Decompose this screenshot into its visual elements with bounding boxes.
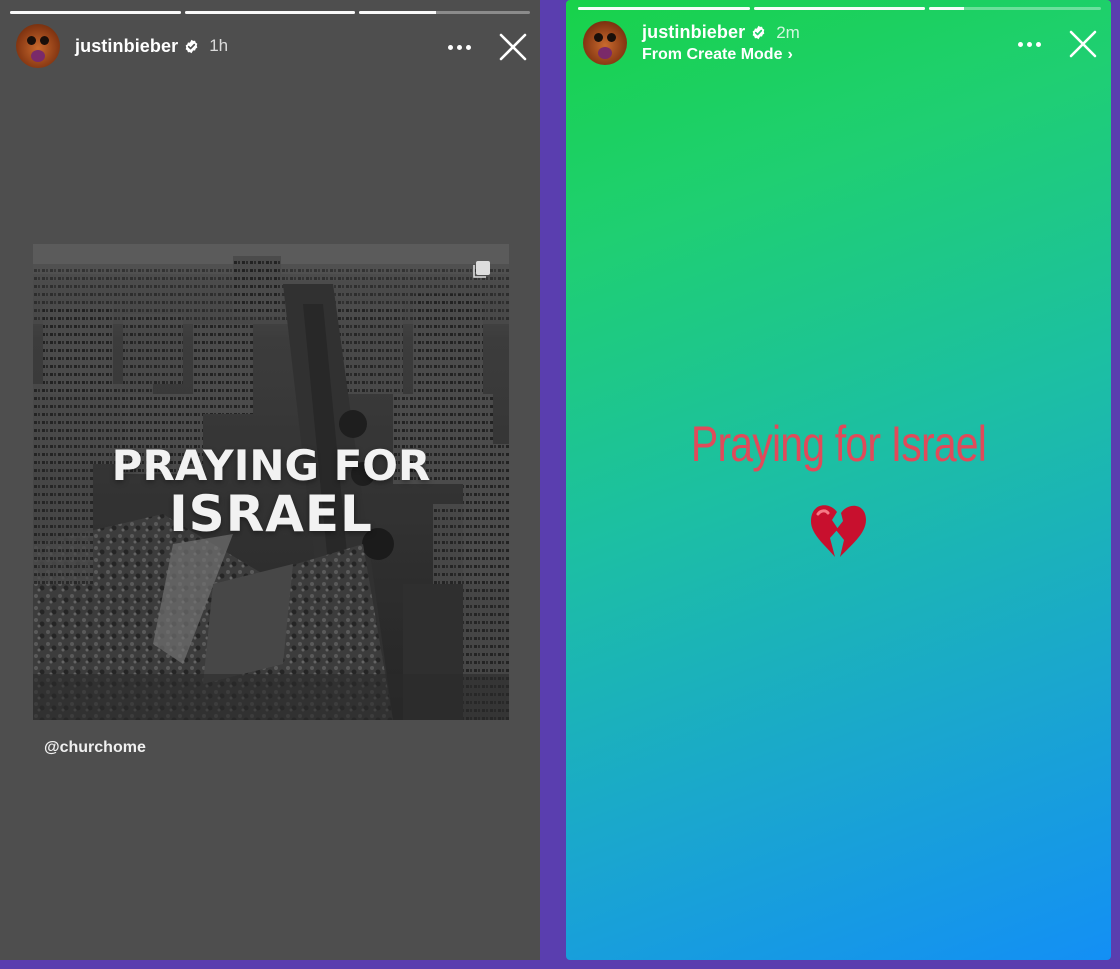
- verified-badge-icon: [752, 25, 765, 40]
- verified-badge-icon: [185, 39, 198, 53]
- close-icon[interactable]: [498, 32, 528, 62]
- story-right[interactable]: justinbieber 2m From Create Mode › Prayi…: [566, 0, 1111, 960]
- progress-segment: [578, 7, 750, 10]
- story-progress-bar: [10, 11, 531, 14]
- avatar[interactable]: [583, 21, 627, 65]
- progress-segment: [10, 11, 181, 14]
- more-options-icon[interactable]: [1018, 42, 1041, 47]
- progress-segment: [359, 11, 531, 14]
- broken-heart-icon: [810, 505, 866, 557]
- story-header: justinbieber 2m From Create Mode ›: [583, 21, 800, 65]
- post-title-line-2: ISRAEL: [169, 485, 373, 544]
- post-time: 1h: [209, 36, 229, 55]
- story-text: Praying for Israel: [690, 416, 987, 472]
- progress-segment: [929, 7, 1102, 10]
- mention-link[interactable]: @churchome: [44, 739, 146, 757]
- username[interactable]: justinbieber: [642, 22, 745, 43]
- username[interactable]: justinbieber: [75, 36, 178, 57]
- shared-post[interactable]: PRAYING FOR ISRAEL: [33, 244, 509, 720]
- progress-segment: [184, 11, 356, 14]
- more-options-icon[interactable]: [448, 45, 471, 50]
- chevron-right-icon: ›: [787, 46, 793, 63]
- close-icon[interactable]: [1068, 29, 1098, 59]
- post-time: 2m: [776, 22, 800, 42]
- create-mode-link[interactable]: From Create Mode ›: [642, 46, 800, 64]
- story-header: justinbieber 1h: [16, 24, 228, 68]
- post-title: PRAYING FOR ISRAEL: [33, 441, 509, 544]
- carousel-icon: [473, 261, 490, 278]
- story-left[interactable]: justinbieber 1h PRAYING FOR ISRAEL @chur…: [0, 0, 540, 960]
- create-mode-label: From Create Mode: [642, 46, 783, 63]
- post-title-line-1: PRAYING FOR: [111, 441, 431, 490]
- story-progress-bar: [578, 7, 1102, 10]
- story-comparison: justinbieber 1h PRAYING FOR ISRAEL @chur…: [0, 0, 1120, 969]
- progress-segment: [753, 7, 926, 10]
- avatar[interactable]: [16, 24, 60, 68]
